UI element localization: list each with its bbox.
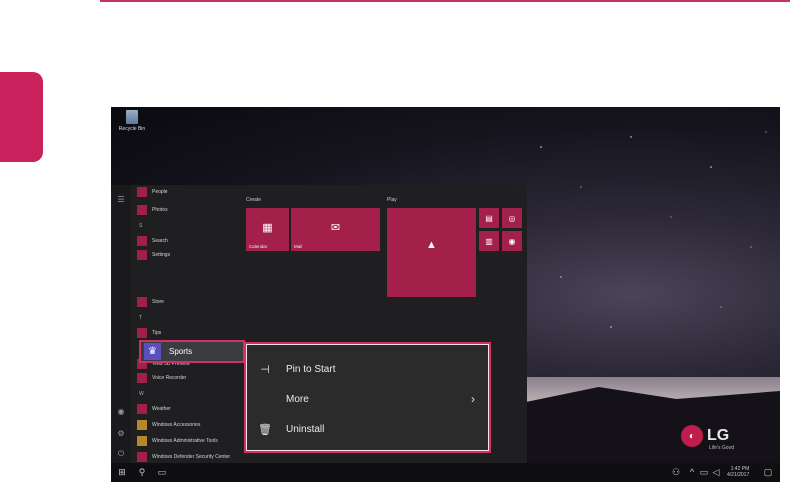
letter-header-w[interactable]: W xyxy=(139,391,144,397)
folder-icon xyxy=(137,436,147,446)
trash-icon: 🗑 xyxy=(258,423,272,436)
power-icon[interactable]: ⏻ xyxy=(116,449,126,459)
start-rail: ☰ ◉ ⚙ ⏻ xyxy=(111,185,131,463)
notifications-icon[interactable]: ▢ xyxy=(763,467,773,477)
people-icon[interactable]: ⚇ xyxy=(671,467,681,477)
lg-emblem-icon: ◐ xyxy=(681,425,703,447)
letter-header-t[interactable]: T xyxy=(139,315,142,321)
image-icon: ▲ xyxy=(426,239,437,252)
mail-icon: ✉ xyxy=(330,221,341,234)
calculator-icon: ▥ xyxy=(485,237,493,246)
calendar-icon: ▦ xyxy=(262,221,273,234)
tile-mail[interactable]: ✉ Mail xyxy=(291,208,380,251)
app-tips[interactable]: Tips xyxy=(137,327,161,339)
settings-icon xyxy=(137,250,147,260)
tile-xbox[interactable]: ▲ xyxy=(387,208,476,297)
microphone-icon xyxy=(137,373,147,383)
taskbar: ⊞ ⚲ ▭ ⚇ ^ ▭ ◁ 1:42 PM 4/21/2017 ▢ xyxy=(111,463,780,482)
tile-calendar[interactable]: ▦ Calendar xyxy=(246,208,289,251)
group-label-play: Play xyxy=(387,197,397,203)
network-icon[interactable]: ▭ xyxy=(699,467,709,477)
pin-icon: ⊣ xyxy=(260,363,270,376)
trophy-icon: ♛ xyxy=(144,343,161,360)
app-settings[interactable]: Settings xyxy=(137,249,170,261)
menu-item-pin-to-start[interactable]: ⊣ Pin to Start xyxy=(246,355,489,383)
camera-icon: ◉ xyxy=(508,237,516,246)
menu-item-more[interactable]: More › xyxy=(246,385,489,413)
menu-item-uninstall[interactable]: 🗑 Uninstall xyxy=(246,415,489,443)
recycle-bin-icon xyxy=(126,110,138,124)
top-rule xyxy=(100,0,790,2)
lg-logo: ◐ LG xyxy=(681,425,729,447)
app-windows-accessories[interactable]: Windows Accessories xyxy=(137,419,200,431)
app-voice-recorder[interactable]: Voice Recorder xyxy=(137,372,186,384)
gear-icon[interactable]: ⚙ xyxy=(116,429,126,438)
app-search[interactable]: Search xyxy=(137,235,168,247)
weather-icon xyxy=(137,404,147,414)
desktop-screenshot: Recycle Bin ☰ ◉ ⚙ ⏻ People Photos S Sear… xyxy=(111,107,780,482)
tile-camera[interactable]: ◉ xyxy=(502,231,522,251)
app-windows-admin-tools[interactable]: Windows Administrative Tools xyxy=(137,435,218,447)
clock[interactable]: 1:42 PM 4/21/2017 xyxy=(727,466,749,478)
app-sports-selected[interactable]: ♛ Sports xyxy=(139,340,245,363)
context-menu: ⊣ Pin to Start More › 🗑 Uninstall xyxy=(244,342,491,453)
folder-icon xyxy=(137,420,147,430)
tile-groove[interactable]: ◎ xyxy=(502,208,522,228)
photos-icon xyxy=(137,205,147,215)
start-menu: ☰ ◉ ⚙ ⏻ People Photos S Search Settings … xyxy=(111,185,527,463)
app-store[interactable]: Store xyxy=(137,296,164,308)
recycle-bin[interactable]: Recycle Bin xyxy=(117,110,147,132)
lg-wordmark: LG xyxy=(707,427,730,444)
volume-icon[interactable]: ◁ xyxy=(711,467,721,477)
chevron-right-icon: › xyxy=(471,392,475,406)
user-icon[interactable]: ◉ xyxy=(116,407,126,416)
app-list: People Photos S Search Settings Store T … xyxy=(137,185,242,463)
people-icon xyxy=(137,187,147,197)
tile-calculator[interactable]: ▥ xyxy=(479,231,499,251)
app-people[interactable]: People xyxy=(137,186,168,198)
film-icon: ▤ xyxy=(485,214,493,223)
windows-start-icon[interactable]: ⊞ xyxy=(117,467,127,477)
app-weather[interactable]: Weather xyxy=(137,403,171,415)
chapter-tab xyxy=(0,72,43,162)
mountain-silhouette xyxy=(521,387,780,467)
app-photos[interactable]: Photos xyxy=(137,204,168,216)
store-icon xyxy=(137,297,147,307)
shield-icon xyxy=(137,452,147,462)
letter-header-s[interactable]: S xyxy=(139,223,142,229)
search-icon xyxy=(137,236,147,246)
recycle-bin-label: Recycle Bin xyxy=(118,126,146,132)
search-icon[interactable]: ⚲ xyxy=(137,467,147,477)
lg-tagline: Life's Good xyxy=(709,445,735,451)
app-windows-defender[interactable]: Windows Defender Security Center xyxy=(137,451,230,463)
music-disc-icon: ◎ xyxy=(508,214,516,223)
task-view-icon[interactable]: ▭ xyxy=(157,467,167,477)
sports-label: Sports xyxy=(169,347,193,356)
hamburger-icon[interactable]: ☰ xyxy=(116,195,126,204)
chevron-up-icon[interactable]: ^ xyxy=(687,467,697,477)
group-label-create: Create xyxy=(246,197,262,203)
tips-icon xyxy=(137,328,147,338)
tile-movies[interactable]: ▤ xyxy=(479,208,499,228)
